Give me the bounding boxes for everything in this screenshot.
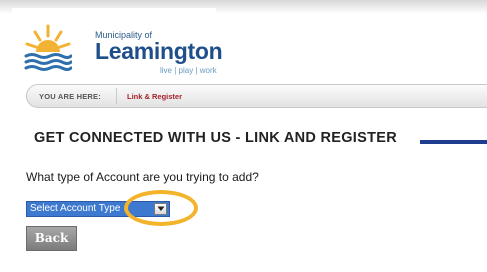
brand-name: Leamington: [95, 38, 223, 64]
account-type-select-value: Select Account Type: [30, 203, 121, 214]
back-button[interactable]: Back: [26, 226, 77, 251]
sun-over-waves-icon: [24, 24, 72, 71]
account-type-question: What type of Account are you trying to a…: [26, 170, 259, 184]
breadcrumb-current-link[interactable]: Link & Register: [127, 92, 182, 101]
breadcrumb-divider: [116, 88, 117, 104]
site-logo[interactable]: Municipality of Leamington live | play |…: [12, 8, 223, 76]
brand-tagline: live | play | work: [160, 66, 217, 75]
breadcrumb-label: YOU ARE HERE:: [39, 92, 101, 101]
highlight-circle-annotation: [124, 190, 198, 226]
page-title: GET CONNECTED WITH US - LINK AND REGISTE…: [34, 130, 397, 146]
page: Municipality of Leamington live | play |…: [0, 0, 487, 272]
breadcrumb: YOU ARE HERE: Link & Register: [26, 84, 487, 108]
title-accent-rule: [420, 140, 487, 144]
